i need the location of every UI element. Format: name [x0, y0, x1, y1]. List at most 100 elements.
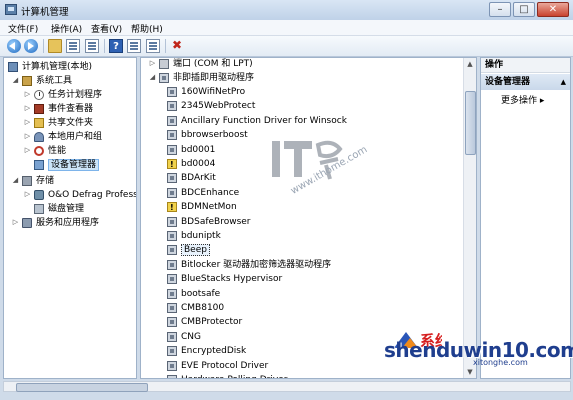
- computer-management-icon: [5, 4, 17, 15]
- menu-help[interactable]: 帮助(H): [131, 22, 163, 35]
- device-item[interactable]: bootsafe: [167, 287, 220, 301]
- device-item[interactable]: bbrowserboost: [167, 128, 248, 142]
- title-bar[interactable]: 计算机管理 – □ ✕: [0, 0, 573, 21]
- device-item[interactable]: CNG: [167, 330, 201, 344]
- device-item[interactable]: BDCEnhance: [167, 186, 239, 200]
- device-item[interactable]: CMBProtector: [167, 315, 242, 329]
- device-item[interactable]: 160WifiNetPro: [167, 85, 245, 99]
- driver-icon: [167, 375, 177, 378]
- driver-icon: [167, 187, 177, 198]
- forward-arrow-icon[interactable]: [24, 39, 38, 53]
- category-non-pnp-drivers[interactable]: ◢ 非即插即用驱动程序: [149, 71, 254, 85]
- expand-arrow-icon[interactable]: ▷: [24, 91, 31, 98]
- device-item[interactable]: EVE Protocol Driver: [167, 359, 268, 373]
- console-icon[interactable]: [127, 39, 141, 53]
- warning-driver-icon: [167, 158, 177, 172]
- device-item-label: BDArKit: [181, 173, 216, 184]
- device-item[interactable]: BDArKit: [167, 171, 216, 185]
- device-item-label: Bitlocker 驱动器加密筛选器驱动程序: [181, 259, 332, 270]
- tree-defrag[interactable]: ▷ O&O Defrag Professi: [24, 188, 136, 202]
- device-item[interactable]: BDMNetMon: [167, 200, 237, 215]
- tree-performance[interactable]: ▷ 性能: [24, 144, 66, 158]
- device-item[interactable]: Beep: [167, 243, 210, 257]
- driver-icon: [167, 360, 177, 371]
- toolbox-icon: [22, 76, 32, 86]
- device-item-label: Hardware Polling Driver: [181, 375, 287, 378]
- tree-disk-management[interactable]: 磁盘管理: [24, 202, 84, 216]
- menu-file[interactable]: 文件(F): [8, 22, 38, 35]
- tree-system-tools[interactable]: ◢ 系统工具: [12, 74, 72, 88]
- device-item-label: Beep: [181, 244, 210, 257]
- collapse-arrow-icon[interactable]: ◢: [12, 77, 19, 84]
- properties-icon[interactable]: [85, 39, 99, 53]
- scroll-up-icon[interactable]: ▲: [464, 58, 476, 70]
- show-hide-tree-icon[interactable]: [66, 39, 80, 53]
- actions-section-device-manager[interactable]: 设备管理器 ▲: [481, 74, 570, 90]
- storage-icon: [22, 176, 32, 186]
- device-item[interactable]: Bitlocker 驱动器加密筛选器驱动程序: [167, 258, 331, 272]
- expand-arrow-icon[interactable]: ▷: [24, 133, 31, 140]
- tree-shared-folders[interactable]: ▷ 共享文件夹: [24, 116, 93, 130]
- expand-arrow-icon[interactable]: ▷: [24, 191, 31, 198]
- driver-icon: [167, 303, 177, 313]
- tree-task-scheduler[interactable]: ▷ 任务计划程序: [24, 88, 102, 102]
- collapse-arrow-icon[interactable]: ◢: [149, 74, 156, 81]
- driver-icon: [167, 346, 177, 357]
- driver-icon: [167, 173, 177, 184]
- vertical-scrollbar[interactable]: ▲ ▼: [463, 58, 476, 378]
- maximize-button[interactable]: □: [513, 2, 535, 17]
- device-item-label: EncryptedDisk: [181, 346, 247, 357]
- device-item[interactable]: BDSafeBrowser: [167, 215, 251, 229]
- menu-bar: 文件(F) 操作(A) 查看(V) 帮助(H): [0, 20, 573, 36]
- device-item-label: CMBProtector: [181, 317, 243, 328]
- tree-storage[interactable]: ◢ 存储: [12, 174, 54, 188]
- hscroll-thumb[interactable]: [16, 383, 148, 392]
- driver-icon: [167, 101, 177, 112]
- scroll-thumb[interactable]: [465, 91, 476, 155]
- up-folder-icon[interactable]: [48, 39, 62, 53]
- device-item[interactable]: Ancillary Function Driver for Winsock: [167, 114, 347, 128]
- category-ports[interactable]: ▷ 端口 (COM 和 LPT): [149, 58, 253, 71]
- collapse-section-icon[interactable]: ▲: [561, 74, 566, 90]
- device-item[interactable]: bd0004: [167, 157, 215, 172]
- close-button[interactable]: ✕: [537, 2, 569, 17]
- collapse-arrow-icon[interactable]: ◢: [12, 177, 19, 184]
- horizontal-scrollbar[interactable]: [3, 381, 571, 392]
- scroll-down-icon[interactable]: ▼: [464, 366, 476, 378]
- driver-icon: [167, 274, 177, 285]
- driver-icon: [167, 317, 177, 328]
- device-item[interactable]: Hardware Polling Driver: [167, 373, 287, 378]
- expand-arrow-icon[interactable]: ▷: [24, 147, 31, 154]
- device-item-label: bbrowserboost: [181, 130, 248, 141]
- minimize-button[interactable]: –: [489, 2, 511, 17]
- expand-arrow-icon[interactable]: ▷: [149, 60, 156, 67]
- more-actions-link[interactable]: 更多操作 ▸: [501, 94, 544, 108]
- expand-arrow-icon[interactable]: ▷: [24, 105, 31, 112]
- help-icon[interactable]: ?: [109, 39, 123, 53]
- device-item[interactable]: bduniptk: [167, 229, 221, 243]
- device-item[interactable]: bd0001: [167, 143, 215, 157]
- uninstall-icon[interactable]: ✖: [170, 39, 184, 53]
- tree-device-manager[interactable]: 设备管理器: [34, 158, 100, 172]
- tree-services[interactable]: ▷ 服务和应用程序: [12, 216, 99, 230]
- scan-hardware-icon[interactable]: [146, 39, 160, 53]
- expand-arrow-icon[interactable]: ▷: [24, 119, 31, 126]
- menu-action[interactable]: 操作(A): [51, 22, 82, 35]
- tree-root[interactable]: 计算机管理(本地): [8, 60, 92, 74]
- device-item[interactable]: EncryptedDisk: [167, 344, 246, 358]
- tree-local-users[interactable]: ▷ 本地用户和组: [24, 130, 102, 144]
- expand-arrow-icon[interactable]: ▷: [12, 219, 19, 226]
- device-item[interactable]: CMB8100: [167, 301, 224, 315]
- driver-icon: [167, 144, 177, 155]
- device-item[interactable]: BlueStacks Hypervisor: [167, 272, 282, 286]
- tree-event-viewer[interactable]: ▷ 事件查看器: [24, 102, 93, 116]
- menu-view[interactable]: 查看(V): [91, 22, 122, 35]
- device-item[interactable]: 2345WebProtect: [167, 99, 255, 113]
- toolbar: ? ✖: [0, 36, 573, 57]
- device-item-label: EVE Protocol Driver: [181, 360, 269, 371]
- driver-icon: [167, 87, 177, 97]
- device-item-label: BDSafeBrowser: [181, 216, 251, 227]
- driver-icon: [167, 231, 177, 241]
- back-arrow-icon[interactable]: [7, 39, 21, 53]
- warning-driver-icon: [167, 201, 177, 215]
